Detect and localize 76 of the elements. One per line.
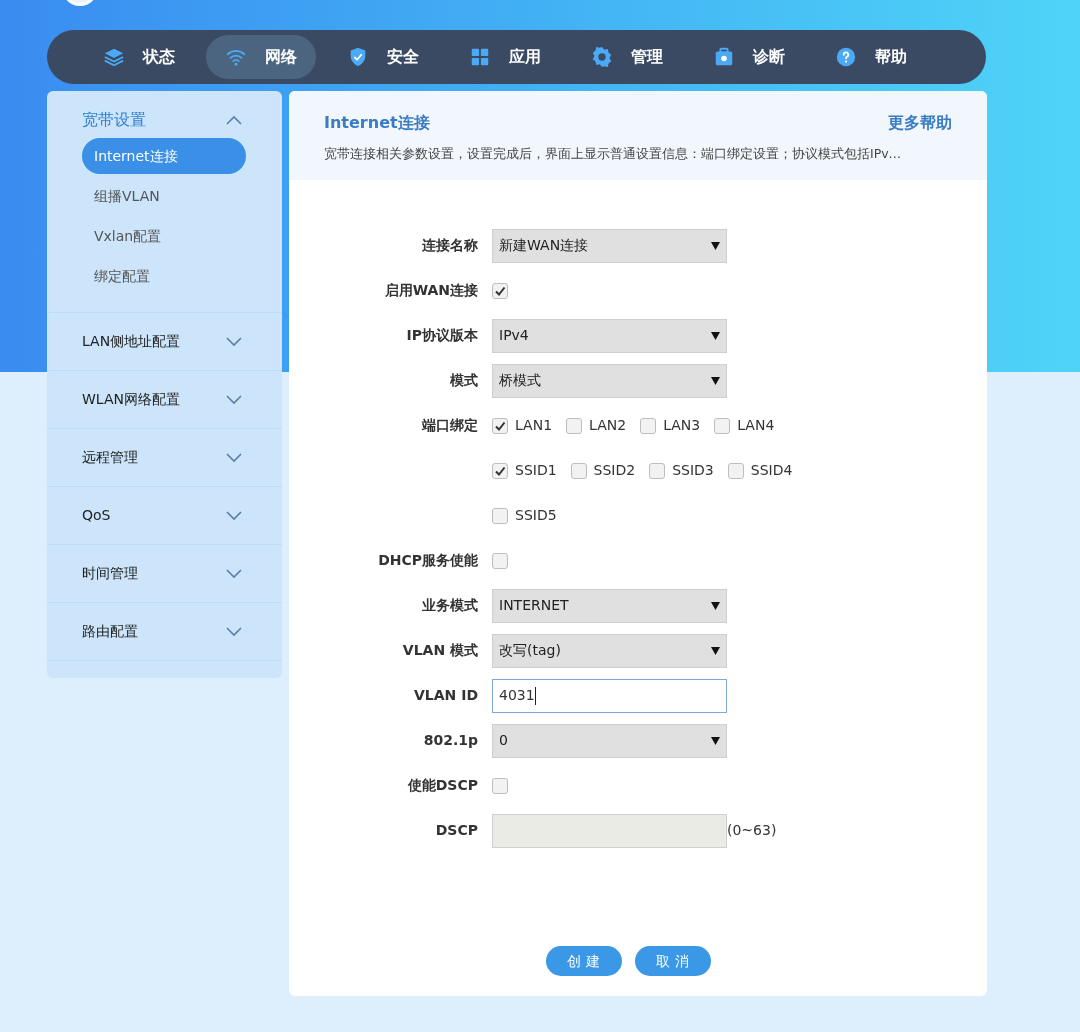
sidebar-item[interactable]: 绑定配置 xyxy=(82,258,246,294)
text-field[interactable]: 4031 xyxy=(492,678,727,713)
range-hint: (0~63) xyxy=(727,821,777,840)
chevron-down-icon xyxy=(226,336,242,347)
field-label: 使能DSCP xyxy=(407,776,478,795)
checkbox-label: LAN4 xyxy=(737,416,775,435)
dropdown-arrow-icon xyxy=(711,241,720,250)
field-label: DSCP xyxy=(435,821,478,840)
dropdown[interactable]: INTERNET xyxy=(492,588,727,623)
sidebar-section[interactable]: 路由配置 xyxy=(47,603,282,660)
checkbox[interactable] xyxy=(640,417,657,434)
checkbox-label: SSID2 xyxy=(593,461,636,480)
chevron-down-icon xyxy=(226,394,242,405)
sidebar-item[interactable]: 组播VLAN xyxy=(82,178,246,214)
sidebar-section[interactable]: 时间管理 xyxy=(47,545,282,602)
field-label: DHCP服务使能 xyxy=(378,551,478,570)
field-label: 启用WAN连接 xyxy=(384,281,478,300)
checkbox[interactable] xyxy=(566,417,583,434)
checkbox[interactable] xyxy=(727,462,744,479)
dropdown-arrow-icon xyxy=(711,331,720,340)
layers-icon xyxy=(102,46,125,68)
chevron-down-icon xyxy=(226,452,242,463)
dropdown[interactable]: IPv4 xyxy=(492,318,727,353)
sidebar-section[interactable]: QoS xyxy=(47,487,282,544)
panel-title: Internet连接 xyxy=(324,112,430,134)
checkbox-label: SSID4 xyxy=(750,461,793,480)
checkbox[interactable] xyxy=(492,552,508,569)
field-label: VLAN 模式 xyxy=(402,641,478,660)
checkbox-label: LAN2 xyxy=(589,416,627,435)
field-label: IP协议版本 xyxy=(406,326,478,345)
sidebar-section[interactable]: WLAN网络配置 xyxy=(47,371,282,428)
chevron-down-icon xyxy=(226,626,242,637)
dropdown[interactable]: 桥模式 xyxy=(492,363,727,398)
nav-tab[interactable]: 帮助 xyxy=(815,35,926,79)
nav-tab[interactable]: 状态 xyxy=(83,35,194,79)
checkbox[interactable] xyxy=(570,462,587,479)
nav-tab[interactable]: 诊断 xyxy=(693,35,804,79)
panel-description: 宽带连接相关参数设置，设置完成后，界面上显示普通设置信息：端口绑定设置；协议模式包括IPv… xyxy=(324,145,903,163)
dropdown[interactable]: 改写(tag) xyxy=(492,633,727,668)
dropdown-arrow-icon xyxy=(711,601,720,610)
dropdown-arrow-icon xyxy=(711,376,720,385)
dropdown[interactable]: 新建WAN连接 xyxy=(492,228,727,263)
nav-tab[interactable]: 应用 xyxy=(449,35,560,79)
checkbox-label: SSID1 xyxy=(515,461,557,480)
checkbox-label: SSID5 xyxy=(515,506,557,525)
help-icon xyxy=(834,46,857,68)
checkbox[interactable] xyxy=(492,777,508,794)
checkbox[interactable] xyxy=(492,507,508,524)
sidebar-section[interactable]: LAN侧地址配置 xyxy=(47,313,282,370)
checkbox-label: LAN3 xyxy=(663,416,701,435)
field-label: 连接名称 xyxy=(422,236,478,255)
gear-icon xyxy=(590,46,613,68)
help-link[interactable]: 更多帮助 xyxy=(888,111,952,135)
nav-tab[interactable]: 网络 xyxy=(205,35,316,79)
nav-tab[interactable]: 安全 xyxy=(327,35,438,79)
chevron-up-icon xyxy=(226,114,242,125)
checkbox[interactable] xyxy=(492,282,508,299)
checkbox[interactable] xyxy=(649,462,666,479)
checkbox[interactable] xyxy=(492,462,508,479)
sidebar-section[interactable]: 远程管理 xyxy=(47,429,282,486)
nav-tab[interactable]: 管理 xyxy=(571,35,682,79)
checkbox-label: LAN1 xyxy=(515,416,553,435)
field-label: 端口绑定 xyxy=(422,416,478,435)
field-label: VLAN ID xyxy=(414,686,478,705)
dropdown[interactable]: 0 xyxy=(492,723,727,758)
field-label: 业务模式 xyxy=(422,596,478,615)
field-label: 802.1p xyxy=(423,731,478,750)
sidebar-item[interactable]: Vxlan配置 xyxy=(82,218,246,254)
checkbox-label: SSID3 xyxy=(672,461,714,480)
checkbox[interactable] xyxy=(714,417,731,434)
dropdown-arrow-icon xyxy=(711,736,720,745)
dropdown-arrow-icon xyxy=(711,646,720,655)
chevron-down-icon xyxy=(226,510,242,521)
chevron-down-icon xyxy=(226,568,242,579)
checkbox[interactable] xyxy=(492,417,508,434)
field-label: 模式 xyxy=(450,371,478,390)
